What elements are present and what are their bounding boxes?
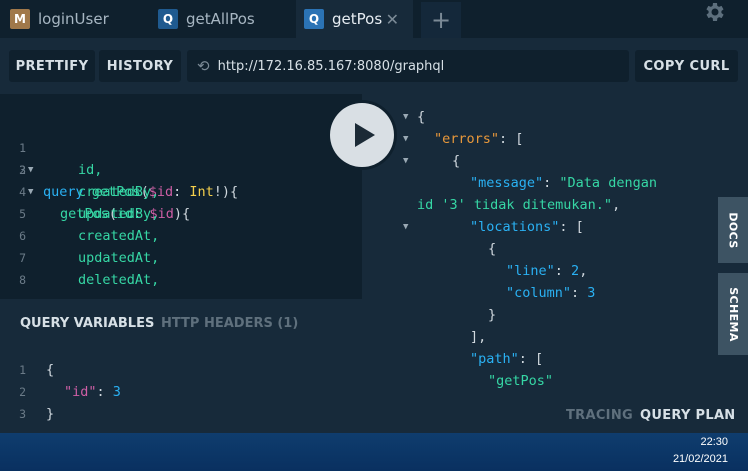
tab-getpos[interactable]: Q getPos ✕ (296, 0, 413, 38)
editor-line: 1 ▼ query getPos($id: Int!){ (19, 141, 239, 200)
query-badge-icon: Q (158, 9, 178, 29)
fold-arrow-icon: ▼ (403, 112, 409, 122)
side-rail (718, 94, 748, 433)
execute-query-button[interactable] (330, 103, 394, 167)
tab-loginuser[interactable]: M loginUser (0, 0, 140, 38)
query-editor[interactable]: 1 ▼ query getPos($id: Int!){ 2 ▼ getPos(… (0, 94, 362, 299)
bottom-bar: TRACING QUERY PLAN (362, 390, 748, 433)
docs-tab[interactable]: DOCS (718, 197, 748, 263)
fold-arrow-icon: ▼ (403, 134, 409, 144)
taskbar-time: 22:30 (700, 436, 728, 448)
variables-header: QUERY VARIABLES HTTP HEADERS (1) (0, 299, 362, 347)
toolbar: PRETTIFY HISTORY ⟲ http://172.16.85.167:… (0, 38, 748, 94)
editor-line: 6 createdAt, (19, 228, 160, 244)
add-tab-button[interactable]: + (421, 2, 461, 38)
fold-arrow-icon: ▼ (403, 222, 409, 232)
editor-line: 7 updatedAt, (19, 250, 160, 266)
variables-editor[interactable]: 1{ 2 "id": 3 3} (0, 347, 362, 433)
taskbar-date: 21/02/2021 (672, 453, 728, 465)
tracing-tab[interactable]: TRACING (566, 408, 633, 423)
tab-label: getPos (332, 10, 383, 28)
play-icon (355, 123, 375, 147)
close-icon[interactable]: ✕ (386, 10, 399, 29)
editor-line: 5 updatedBy, (19, 206, 160, 222)
tab-label: loginUser (38, 10, 109, 28)
editor-line: 4 createdBy, (19, 184, 160, 200)
query-badge-icon: Q (304, 9, 324, 29)
editor-line: 8 deletedAt, (19, 272, 160, 288)
tab-http-headers[interactable]: HTTP HEADERS (1) (161, 316, 298, 331)
editor-line: 2 ▼ getPos(id: $id){ (19, 163, 191, 222)
prettify-button[interactable]: PRETTIFY (9, 50, 95, 82)
result-viewer: ▼{ ▼ "errors": [ ▼{ "message": "Data deng… (362, 94, 718, 390)
fold-arrow-icon: ▼ (403, 156, 409, 166)
tab-query-variables[interactable]: QUERY VARIABLES (20, 316, 154, 331)
endpoint-url: http://172.16.85.167:8080/graphql (217, 58, 445, 74)
tab-getallpos[interactable]: Q getAllPos (148, 0, 288, 38)
query-plan-tab[interactable]: QUERY PLAN (640, 408, 735, 423)
endpoint-url-input[interactable]: ⟲ http://172.16.85.167:8080/graphql (187, 50, 629, 82)
history-button[interactable]: HISTORY (99, 50, 181, 82)
os-taskbar: 22:30 21/02/2021 (0, 433, 748, 471)
mutation-badge-icon: M (10, 9, 30, 29)
editor-line: 3 id, (19, 162, 103, 178)
reload-icon[interactable]: ⟲ (197, 57, 210, 75)
gear-icon[interactable] (702, 0, 726, 30)
tab-label: getAllPos (186, 10, 255, 28)
schema-tab[interactable]: SCHEMA (718, 273, 748, 355)
tab-bar: M loginUser Q getAllPos Q getPos ✕ + (0, 0, 748, 38)
copy-curl-button[interactable]: COPY CURL (635, 50, 738, 82)
